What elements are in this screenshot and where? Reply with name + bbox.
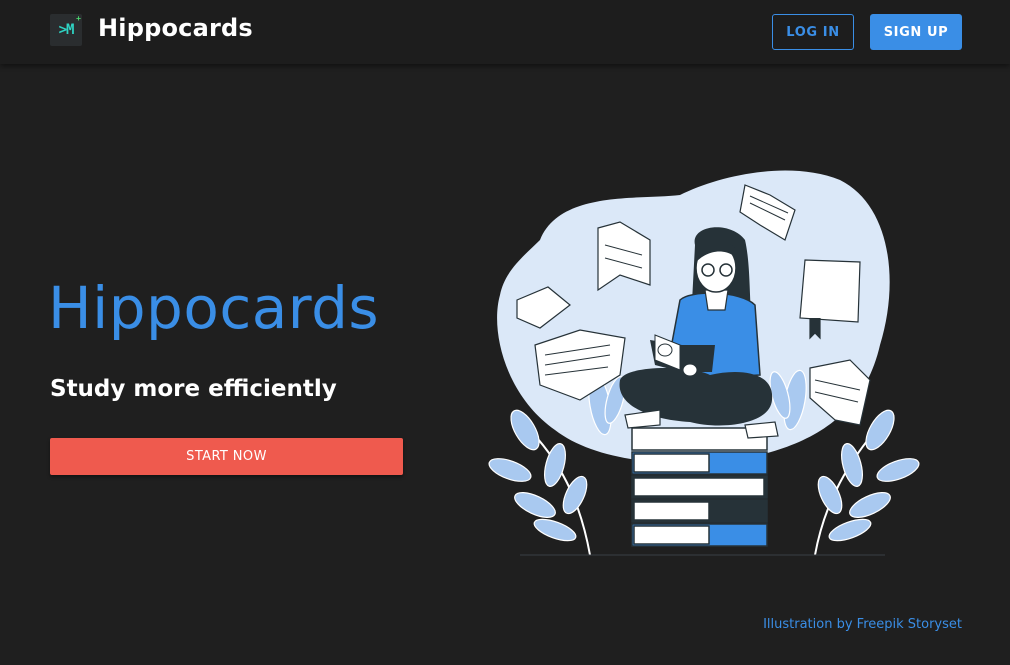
signup-button[interactable]: SIGN UP [870, 14, 962, 50]
book-stack [631, 427, 768, 547]
brand-name[interactable]: Hippocards [98, 14, 253, 42]
login-button[interactable]: LOG IN [772, 14, 854, 50]
hero-title: Hippocards [48, 274, 380, 342]
woman-reading-on-books-illustration [488, 170, 920, 556]
top-navbar: >M + Hippocards LOG IN SIGN UP [0, 0, 1010, 64]
logo-text: >M [58, 22, 75, 38]
start-now-button[interactable]: START NOW [50, 438, 403, 475]
logo-plus-icon: + [76, 14, 81, 23]
hero-subtitle: Study more efficiently [50, 376, 337, 402]
illustration-credit-link[interactable]: Illustration by Freepik Storyset [763, 617, 962, 632]
app-logo-icon[interactable]: >M + [50, 14, 82, 46]
